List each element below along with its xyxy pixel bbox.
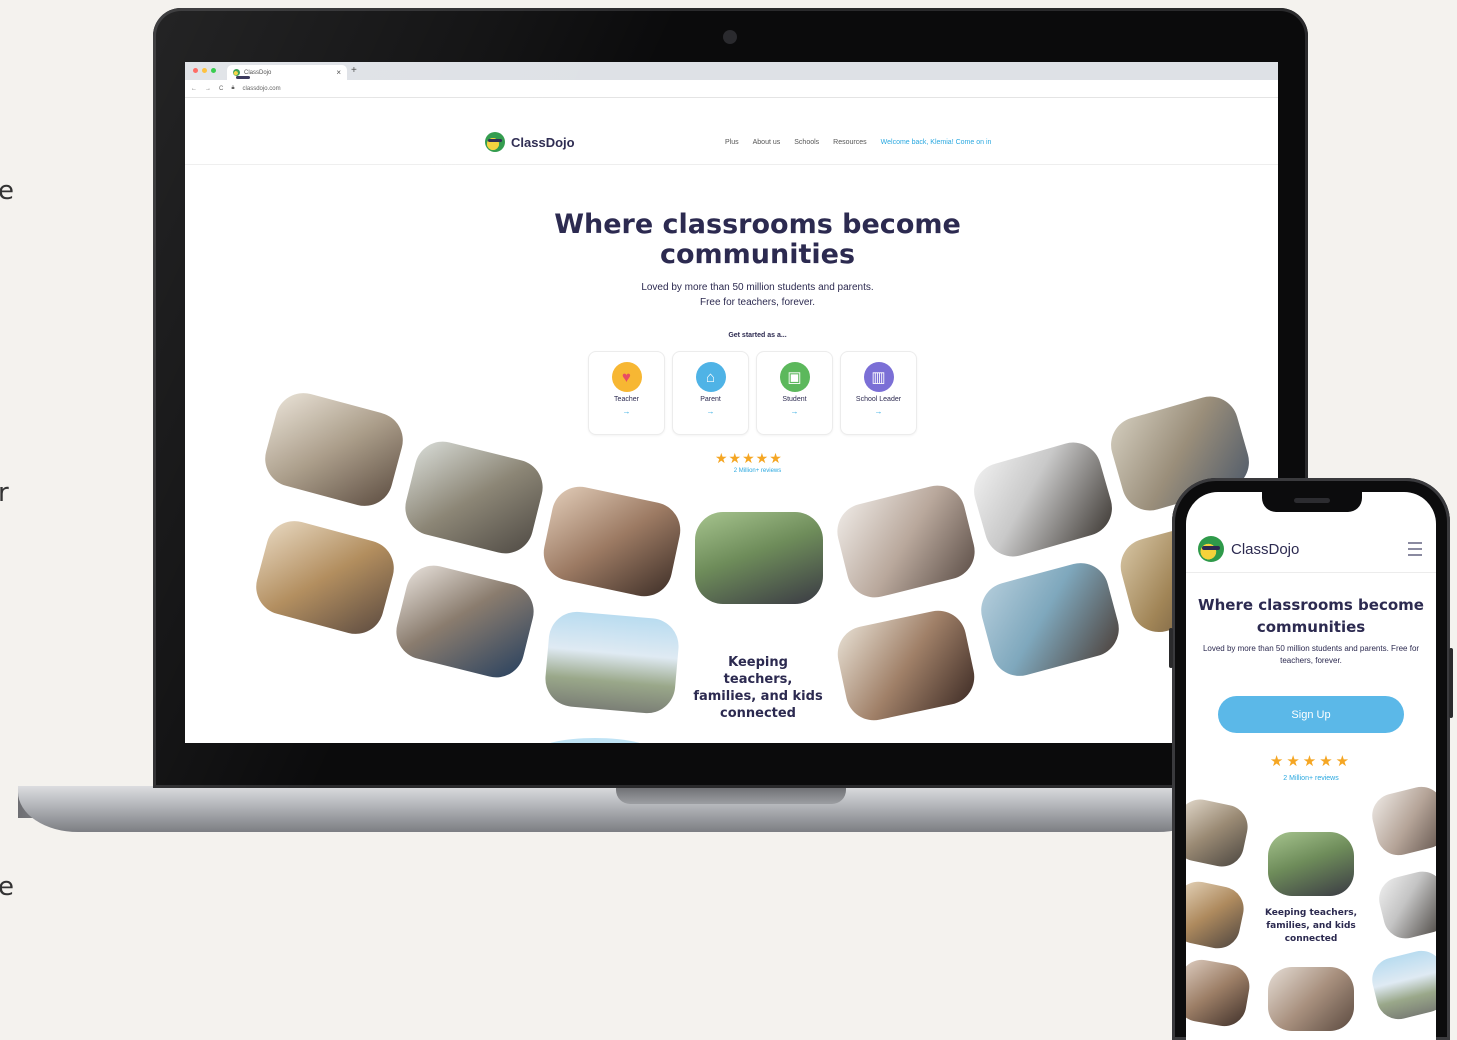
family-photo xyxy=(1268,967,1354,1031)
site-logo[interactable]: ClassDojo xyxy=(485,132,575,152)
minimize-window-button[interactable] xyxy=(202,68,207,73)
role-card-parent[interactable]: ⌂ Parent → xyxy=(672,351,749,435)
reviews-count: 2 Million+ reviews xyxy=(733,468,782,474)
laptop-screen: ClassDojo × + ← → C 🔒︎ classdojo.com Cla… xyxy=(185,62,1278,743)
browser-tab-bar: ClassDojo × + xyxy=(185,62,1278,80)
arrow-right-icon: → xyxy=(874,407,883,416)
classdojo-logo-icon xyxy=(1198,536,1224,562)
sign-up-button[interactable]: Sign Up xyxy=(1218,696,1404,733)
laptop-hinge-notch xyxy=(616,786,846,804)
role-label: Parent xyxy=(700,396,721,403)
backpack-icon: ▣ xyxy=(779,362,810,392)
brand-name: ClassDojo xyxy=(511,134,575,150)
phone-hero-subtitle: Loved by more than 50 million students a… xyxy=(1202,644,1420,665)
reading-photo xyxy=(390,559,540,684)
heart-icon: ♥ xyxy=(611,362,642,392)
kids-outdoors-photo xyxy=(695,512,823,604)
address-bar: ← → C 🔒︎ classdojo.com xyxy=(185,80,1278,98)
phone-header: ClassDojo xyxy=(1186,522,1436,573)
reviews-count: 2 Million+ reviews xyxy=(1283,775,1339,782)
role-label: Student xyxy=(782,396,807,403)
school-icon: ▥ xyxy=(863,362,894,392)
phone-notch xyxy=(1262,490,1362,512)
laptop-lid: ClassDojo × + ← → C 🔒︎ classdojo.com Cla… xyxy=(153,8,1308,788)
hero-subtitle: Loved by more than 50 million students a… xyxy=(585,280,930,310)
playground-photo xyxy=(543,609,681,716)
hero-subtitle-line: Free for teachers, forever. xyxy=(699,297,816,308)
role-cards: ♥ Teacher → ⌂ Parent → ▣ Student → ▥ Sch… xyxy=(588,351,917,435)
tab-title: ClassDojo xyxy=(244,69,272,76)
nav-link-plus[interactable]: Plus xyxy=(725,139,739,146)
rating-stars-icon: ★★★★★ xyxy=(715,450,783,466)
arrow-right-icon: → xyxy=(706,407,715,416)
window-controls xyxy=(193,68,216,73)
child-tablet-photo xyxy=(1374,866,1436,944)
phone-side-button xyxy=(1169,628,1173,668)
classroom-photo xyxy=(258,386,410,513)
nav-link-about[interactable]: About us xyxy=(753,139,781,146)
role-card-teacher[interactable]: ♥ Teacher → xyxy=(588,351,665,435)
back-icon[interactable]: ← xyxy=(191,86,197,92)
role-label: Teacher xyxy=(614,396,639,403)
students-photo xyxy=(1186,956,1253,1030)
url-field[interactable]: classdojo.com xyxy=(243,86,281,92)
decorative-blob xyxy=(535,738,655,743)
close-tab-icon[interactable]: × xyxy=(336,68,341,77)
cropped-text-fragment: e xyxy=(0,176,14,206)
role-card-student[interactable]: ▣ Student → xyxy=(756,351,833,435)
phone-keeping-connected-text: Keeping teachers, families, and kids con… xyxy=(1264,908,1358,944)
cropped-text-fragment: r xyxy=(0,478,9,508)
students-photo xyxy=(538,481,686,602)
teacher-photo xyxy=(249,514,401,641)
phone-hero-title: Where classrooms become communities xyxy=(1198,596,1424,636)
group-photo xyxy=(832,605,980,726)
lock-icon: 🔒︎ xyxy=(231,85,235,91)
forward-icon[interactable]: → xyxy=(205,86,211,92)
rating-stars-icon: ★★★★★ xyxy=(1269,753,1353,770)
hero-title: Where classrooms become communities xyxy=(554,209,961,270)
phone-device: ClassDojo Where classrooms become commun… xyxy=(1169,478,1453,1040)
child-tablet-photo xyxy=(967,435,1119,564)
nav-links: Plus About us Schools Resources Welcome … xyxy=(725,139,991,146)
maximize-window-button[interactable] xyxy=(211,68,216,73)
site-header: ClassDojo Plus About us Schools Resource… xyxy=(185,122,1278,165)
classdojo-logo-icon xyxy=(485,132,505,152)
new-tab-button[interactable]: + xyxy=(351,65,357,76)
keeping-connected-text: Keeping teachers, families, and kids con… xyxy=(693,655,823,721)
kids-outdoors-photo xyxy=(1268,832,1354,896)
teacher-photo xyxy=(1186,877,1248,953)
favicon-icon xyxy=(233,69,250,79)
reload-icon[interactable]: C xyxy=(219,86,223,92)
hamburger-menu-icon[interactable] xyxy=(1408,542,1422,556)
cropped-text-fragment: e xyxy=(0,872,14,902)
phone-speaker xyxy=(1294,498,1330,503)
family-photo xyxy=(399,435,549,560)
close-window-button[interactable] xyxy=(193,68,198,73)
house-icon: ⌂ xyxy=(695,362,726,392)
browser-tab[interactable]: ClassDojo × xyxy=(227,65,347,80)
laptop-camera xyxy=(723,30,737,44)
get-started-label: Get started as a... xyxy=(728,332,787,339)
nav-link-schools[interactable]: Schools xyxy=(794,139,819,146)
classroom-photo xyxy=(1186,795,1252,871)
phone-screen: ClassDojo Where classrooms become commun… xyxy=(1186,492,1436,1040)
role-label: School Leader xyxy=(855,396,902,403)
parent-child-photo xyxy=(1367,782,1436,860)
brand-name: ClassDojo xyxy=(1231,540,1300,558)
phone-side-button xyxy=(1449,648,1453,718)
classroom-photo xyxy=(974,556,1126,683)
parent-child-photo xyxy=(831,479,981,604)
nav-link-resources[interactable]: Resources xyxy=(833,139,866,146)
phone-logo[interactable]: ClassDojo xyxy=(1198,536,1299,562)
hero-subtitle-line: Loved by more than 50 million students a… xyxy=(641,282,874,293)
welcome-back-link[interactable]: Welcome back, Klemia! Come on in xyxy=(881,139,992,146)
arrow-right-icon: → xyxy=(790,407,799,416)
arrow-right-icon: → xyxy=(622,407,631,416)
playground-photo xyxy=(1367,946,1436,1024)
role-card-school-leader[interactable]: ▥ School Leader → xyxy=(840,351,917,435)
